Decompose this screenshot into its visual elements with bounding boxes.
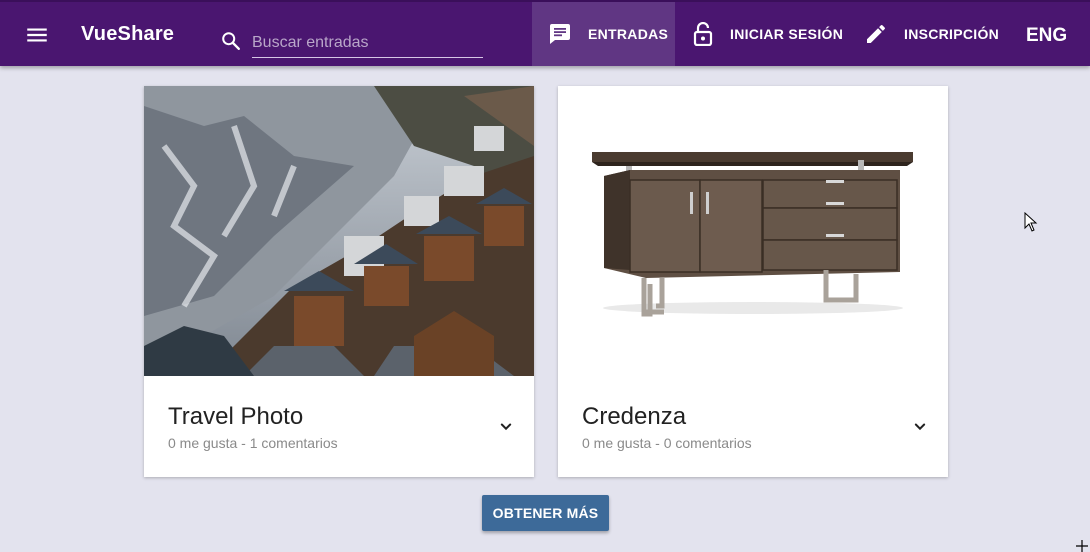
chevron-down-icon[interactable] [910,417,930,437]
stats-separator: - [237,435,250,451]
post-image-mountain-village[interactable] [144,86,534,376]
post-stats: 0 me gusta - 0 comentarios [582,435,752,451]
search-input[interactable] [252,28,483,58]
app-toolbar: VueShare ENTRADAS INICIAR SESIÓN INSCRIP… [0,0,1090,66]
post-card: Credenza 0 me gusta - 0 comentarios [558,86,948,477]
nav-label-entradas: ENTRADAS [588,26,669,42]
search-icon [222,32,240,50]
comments-count: 0 comentarios [663,435,752,451]
lock-open-icon [693,22,713,46]
likes-count: 0 me gusta [168,435,238,451]
post-image-credenza[interactable] [558,86,948,376]
post-title: Travel Photo [168,403,304,430]
stats-separator: - [651,435,664,451]
likes-count: 0 me gusta [582,435,652,451]
chevron-down-icon[interactable] [496,417,516,437]
post-card: Travel Photo 0 me gusta - 1 comentarios [144,86,534,477]
app-title[interactable]: VueShare [81,23,174,46]
post-title: Credenza [582,403,687,430]
crosshair-icon [1076,540,1088,552]
nav-label-iniciar-sesion: INICIAR SESIÓN [730,26,844,42]
comments-count: 1 comentarios [249,435,338,451]
message-icon [550,24,570,44]
language-toggle[interactable]: ENG [1026,25,1067,47]
nav-button-entradas[interactable]: ENTRADAS [532,2,675,66]
load-more-button[interactable]: OBTENER MÁS [482,495,609,531]
mouse-cursor-icon [1024,212,1038,232]
pencil-icon [867,24,885,43]
nav-label-inscripcion: INSCRIPCIÓN [904,26,1000,42]
nav-button-inscripcion[interactable]: INSCRIPCIÓN [864,2,999,66]
post-stats: 0 me gusta - 1 comentarios [168,435,338,451]
menu-icon[interactable] [24,22,50,48]
nav-button-iniciar-sesion[interactable]: INICIAR SESIÓN [692,2,843,66]
